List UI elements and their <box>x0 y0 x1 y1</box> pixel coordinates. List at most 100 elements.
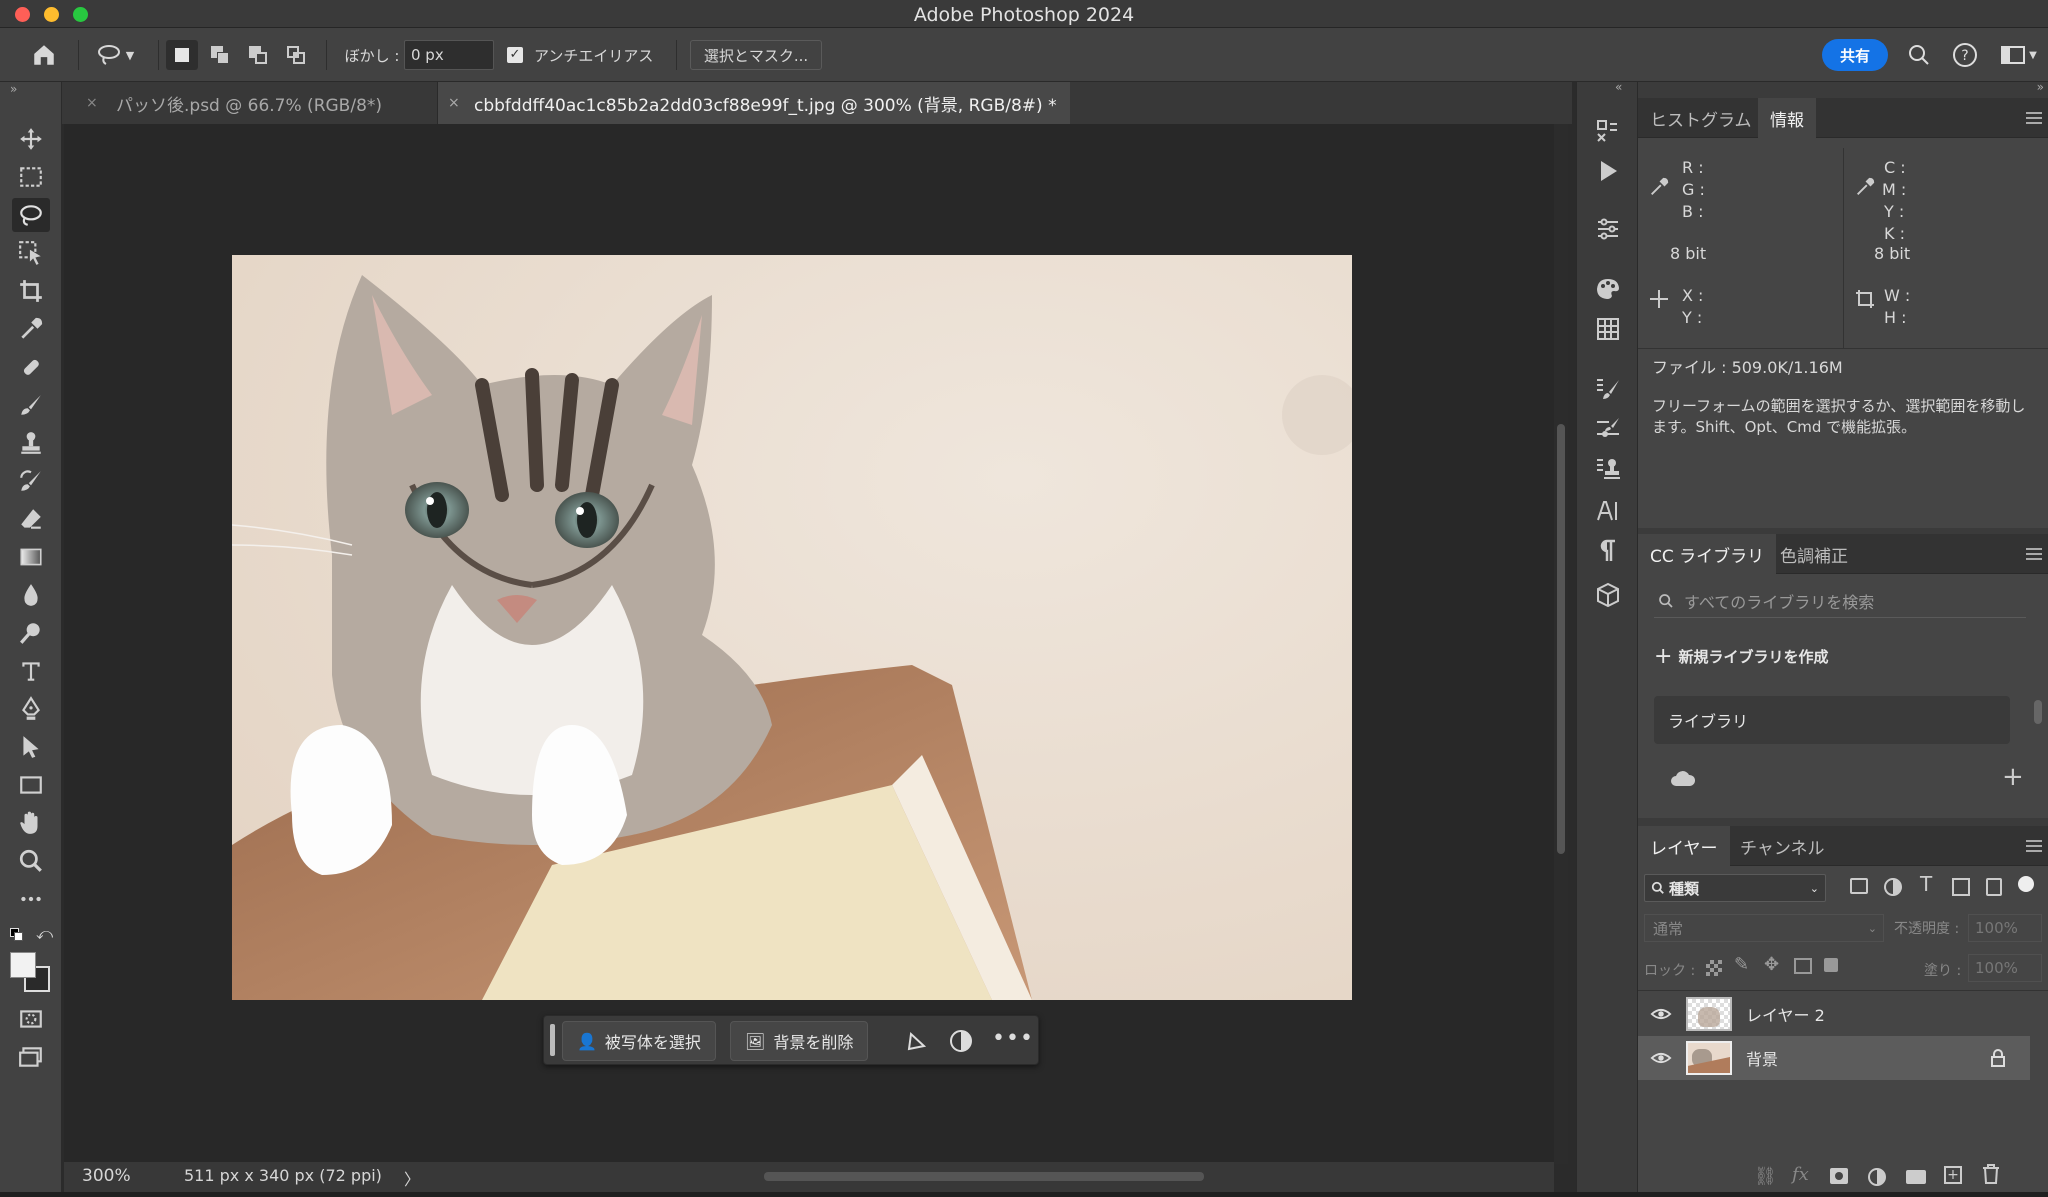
character-panel-button[interactable] <box>1593 496 1623 526</box>
antialias-checkbox[interactable]: ✓ <box>506 40 524 70</box>
feather-input[interactable]: 0 px <box>404 40 494 70</box>
marquee-tool[interactable] <box>12 160 50 194</box>
expand-panels-icon[interactable]: « <box>1615 80 1622 94</box>
cmyk-eyedropper-icon[interactable] <box>1854 176 1876 198</box>
filter-adjustment-icon[interactable] <box>1884 878 1902 896</box>
eye-icon[interactable] <box>1650 1047 1672 1069</box>
gradient-tool[interactable] <box>12 540 50 574</box>
zoom-tool[interactable] <box>12 844 50 878</box>
blend-mode-select[interactable]: 通常 ⌄ <box>1644 914 1884 942</box>
tab-channels[interactable]: チャンネル <box>1728 826 1837 866</box>
library-scrollbar[interactable] <box>2034 700 2042 724</box>
add-mask-icon[interactable] <box>1830 1168 1848 1184</box>
history-brush-tool[interactable] <box>12 464 50 498</box>
search-button[interactable] <box>1904 40 1934 70</box>
eraser-tool[interactable] <box>12 502 50 536</box>
dodge-tool[interactable] <box>12 616 50 650</box>
tab-cc-libraries[interactable]: CC ライブラリ <box>1638 534 1777 574</box>
library-item[interactable]: ライブラリ <box>1654 696 2010 744</box>
close-tab-icon[interactable]: × <box>86 95 98 111</box>
swap-colors-icon[interactable]: ⤺ <box>36 924 53 944</box>
close-tab-icon[interactable]: × <box>448 95 460 111</box>
paragraph-panel-button[interactable] <box>1593 536 1623 566</box>
workspace-button[interactable]: ▼ <box>1994 40 2044 70</box>
filter-toggle[interactable] <box>2018 876 2034 892</box>
transform-icon[interactable] <box>904 1028 930 1054</box>
panel-menu-icon[interactable] <box>2026 840 2042 852</box>
subtract-selection-button[interactable] <box>242 40 274 70</box>
clone-stamp-tool[interactable] <box>12 426 50 460</box>
hand-tool[interactable] <box>12 806 50 840</box>
filter-shape-icon[interactable] <box>1952 878 1970 896</box>
new-group-icon[interactable] <box>1906 1170 1926 1184</box>
layer-style-icon[interactable]: fx <box>1792 1164 1809 1185</box>
rectangle-tool[interactable] <box>12 768 50 802</box>
select-subject-button[interactable]: 👤 被写体を選択 <box>562 1021 716 1061</box>
lasso-tool[interactable] <box>12 198 50 232</box>
3d-panel-button[interactable] <box>1593 580 1623 610</box>
help-button[interactable]: ? <box>1950 40 1980 70</box>
collapse-panels-icon[interactable]: » <box>2037 80 2044 94</box>
lasso-preset-picker[interactable]: ▼ <box>88 40 142 70</box>
scroll-thumb[interactable] <box>1557 424 1565 854</box>
fill-input[interactable]: 100% <box>1968 954 2042 982</box>
healing-brush-tool[interactable] <box>12 350 50 384</box>
clone-source-panel-button[interactable] <box>1593 454 1623 484</box>
cloud-icon[interactable] <box>1670 770 1696 788</box>
foreground-color-swatch[interactable] <box>10 952 36 978</box>
tab-histogram[interactable]: ヒストグラム <box>1638 98 1764 138</box>
lock-transparent-icon[interactable] <box>1706 960 1722 976</box>
eye-icon[interactable] <box>1650 1003 1672 1025</box>
lock-image-icon[interactable]: ✎ <box>1734 954 1749 975</box>
horizontal-scrollbar[interactable] <box>764 1172 1204 1181</box>
object-select-tool[interactable] <box>12 236 50 270</box>
select-and-mask-button[interactable]: 選択とマスク... <box>690 40 822 70</box>
pen-tool[interactable] <box>12 692 50 726</box>
share-button[interactable]: 共有 <box>1822 39 1888 71</box>
canvas-vertical-scrollbar[interactable] <box>1554 124 1568 1164</box>
rgb-eyedropper-icon[interactable] <box>1648 176 1670 198</box>
screen-mode-button[interactable] <box>12 1040 50 1074</box>
remove-background-button[interactable]: 🖼 背景を削除 <box>730 1021 869 1061</box>
filter-smart-object-icon[interactable] <box>1986 878 2002 896</box>
zoom-level[interactable]: 300% <box>82 1166 131 1186</box>
collapse-toolbar-icon[interactable]: » <box>10 82 17 96</box>
tab-info[interactable]: 情報 <box>1758 98 1816 138</box>
eyedropper-tool[interactable] <box>12 312 50 346</box>
brush-settings-panel-button[interactable] <box>1593 414 1623 444</box>
new-adjustment-layer-icon[interactable] <box>1868 1168 1886 1186</box>
patterns-panel-button[interactable] <box>1593 314 1623 344</box>
new-library-button[interactable]: + 新規ライブラリを作成 <box>1654 644 1828 669</box>
canvas-area[interactable]: 👤 被写体を選択 🖼 背景を削除 ••• <box>64 124 1554 1164</box>
lock-all-icon[interactable] <box>1824 958 1838 972</box>
delete-layer-icon[interactable] <box>1982 1164 2000 1184</box>
edit-toolbar-button[interactable] <box>12 882 50 916</box>
filter-pixel-icon[interactable] <box>1850 878 1868 894</box>
chevron-right-icon[interactable]: 〉 <box>404 1166 420 1190</box>
default-colors-icon[interactable] <box>10 928 24 942</box>
tab-adjustments[interactable]: 色調補正 <box>1768 534 1860 574</box>
lock-position-icon[interactable]: ✥ <box>1764 954 1779 975</box>
tab-document-1[interactable]: × パッソ後.psd @ 66.7% (RGB/8*) <box>76 82 438 124</box>
link-layers-icon[interactable]: ⛓ <box>1754 1166 1777 1187</box>
adjustment-icon[interactable] <box>948 1028 974 1054</box>
swatches-panel-button[interactable] <box>1593 274 1623 304</box>
tab-document-2[interactable]: × cbbfddff40ac1c85b2a2dd03cf88e99f_t.jpg… <box>438 82 1070 124</box>
lock-artboard-icon[interactable] <box>1794 958 1812 974</box>
brushes-panel-button[interactable] <box>1593 374 1623 404</box>
crop-tool[interactable] <box>12 274 50 308</box>
panel-menu-icon[interactable] <box>2026 112 2042 124</box>
properties-panel-button[interactable] <box>1593 214 1623 244</box>
blur-tool[interactable] <box>12 578 50 612</box>
home-button[interactable] <box>26 40 62 70</box>
layer-filter-select[interactable]: 種類 ⌄ <box>1644 874 1826 902</box>
add-to-selection-button[interactable] <box>204 40 236 70</box>
type-tool[interactable] <box>12 654 50 688</box>
move-tool[interactable] <box>12 122 50 156</box>
document-image[interactable] <box>232 255 1352 1000</box>
intersect-selection-button[interactable] <box>280 40 312 70</box>
panel-menu-icon[interactable] <box>2026 548 2042 560</box>
layer-row-layer2[interactable]: レイヤー 2 <box>1638 992 2030 1036</box>
quick-mask-button[interactable] <box>12 1002 50 1036</box>
drag-handle[interactable] <box>550 1024 555 1056</box>
